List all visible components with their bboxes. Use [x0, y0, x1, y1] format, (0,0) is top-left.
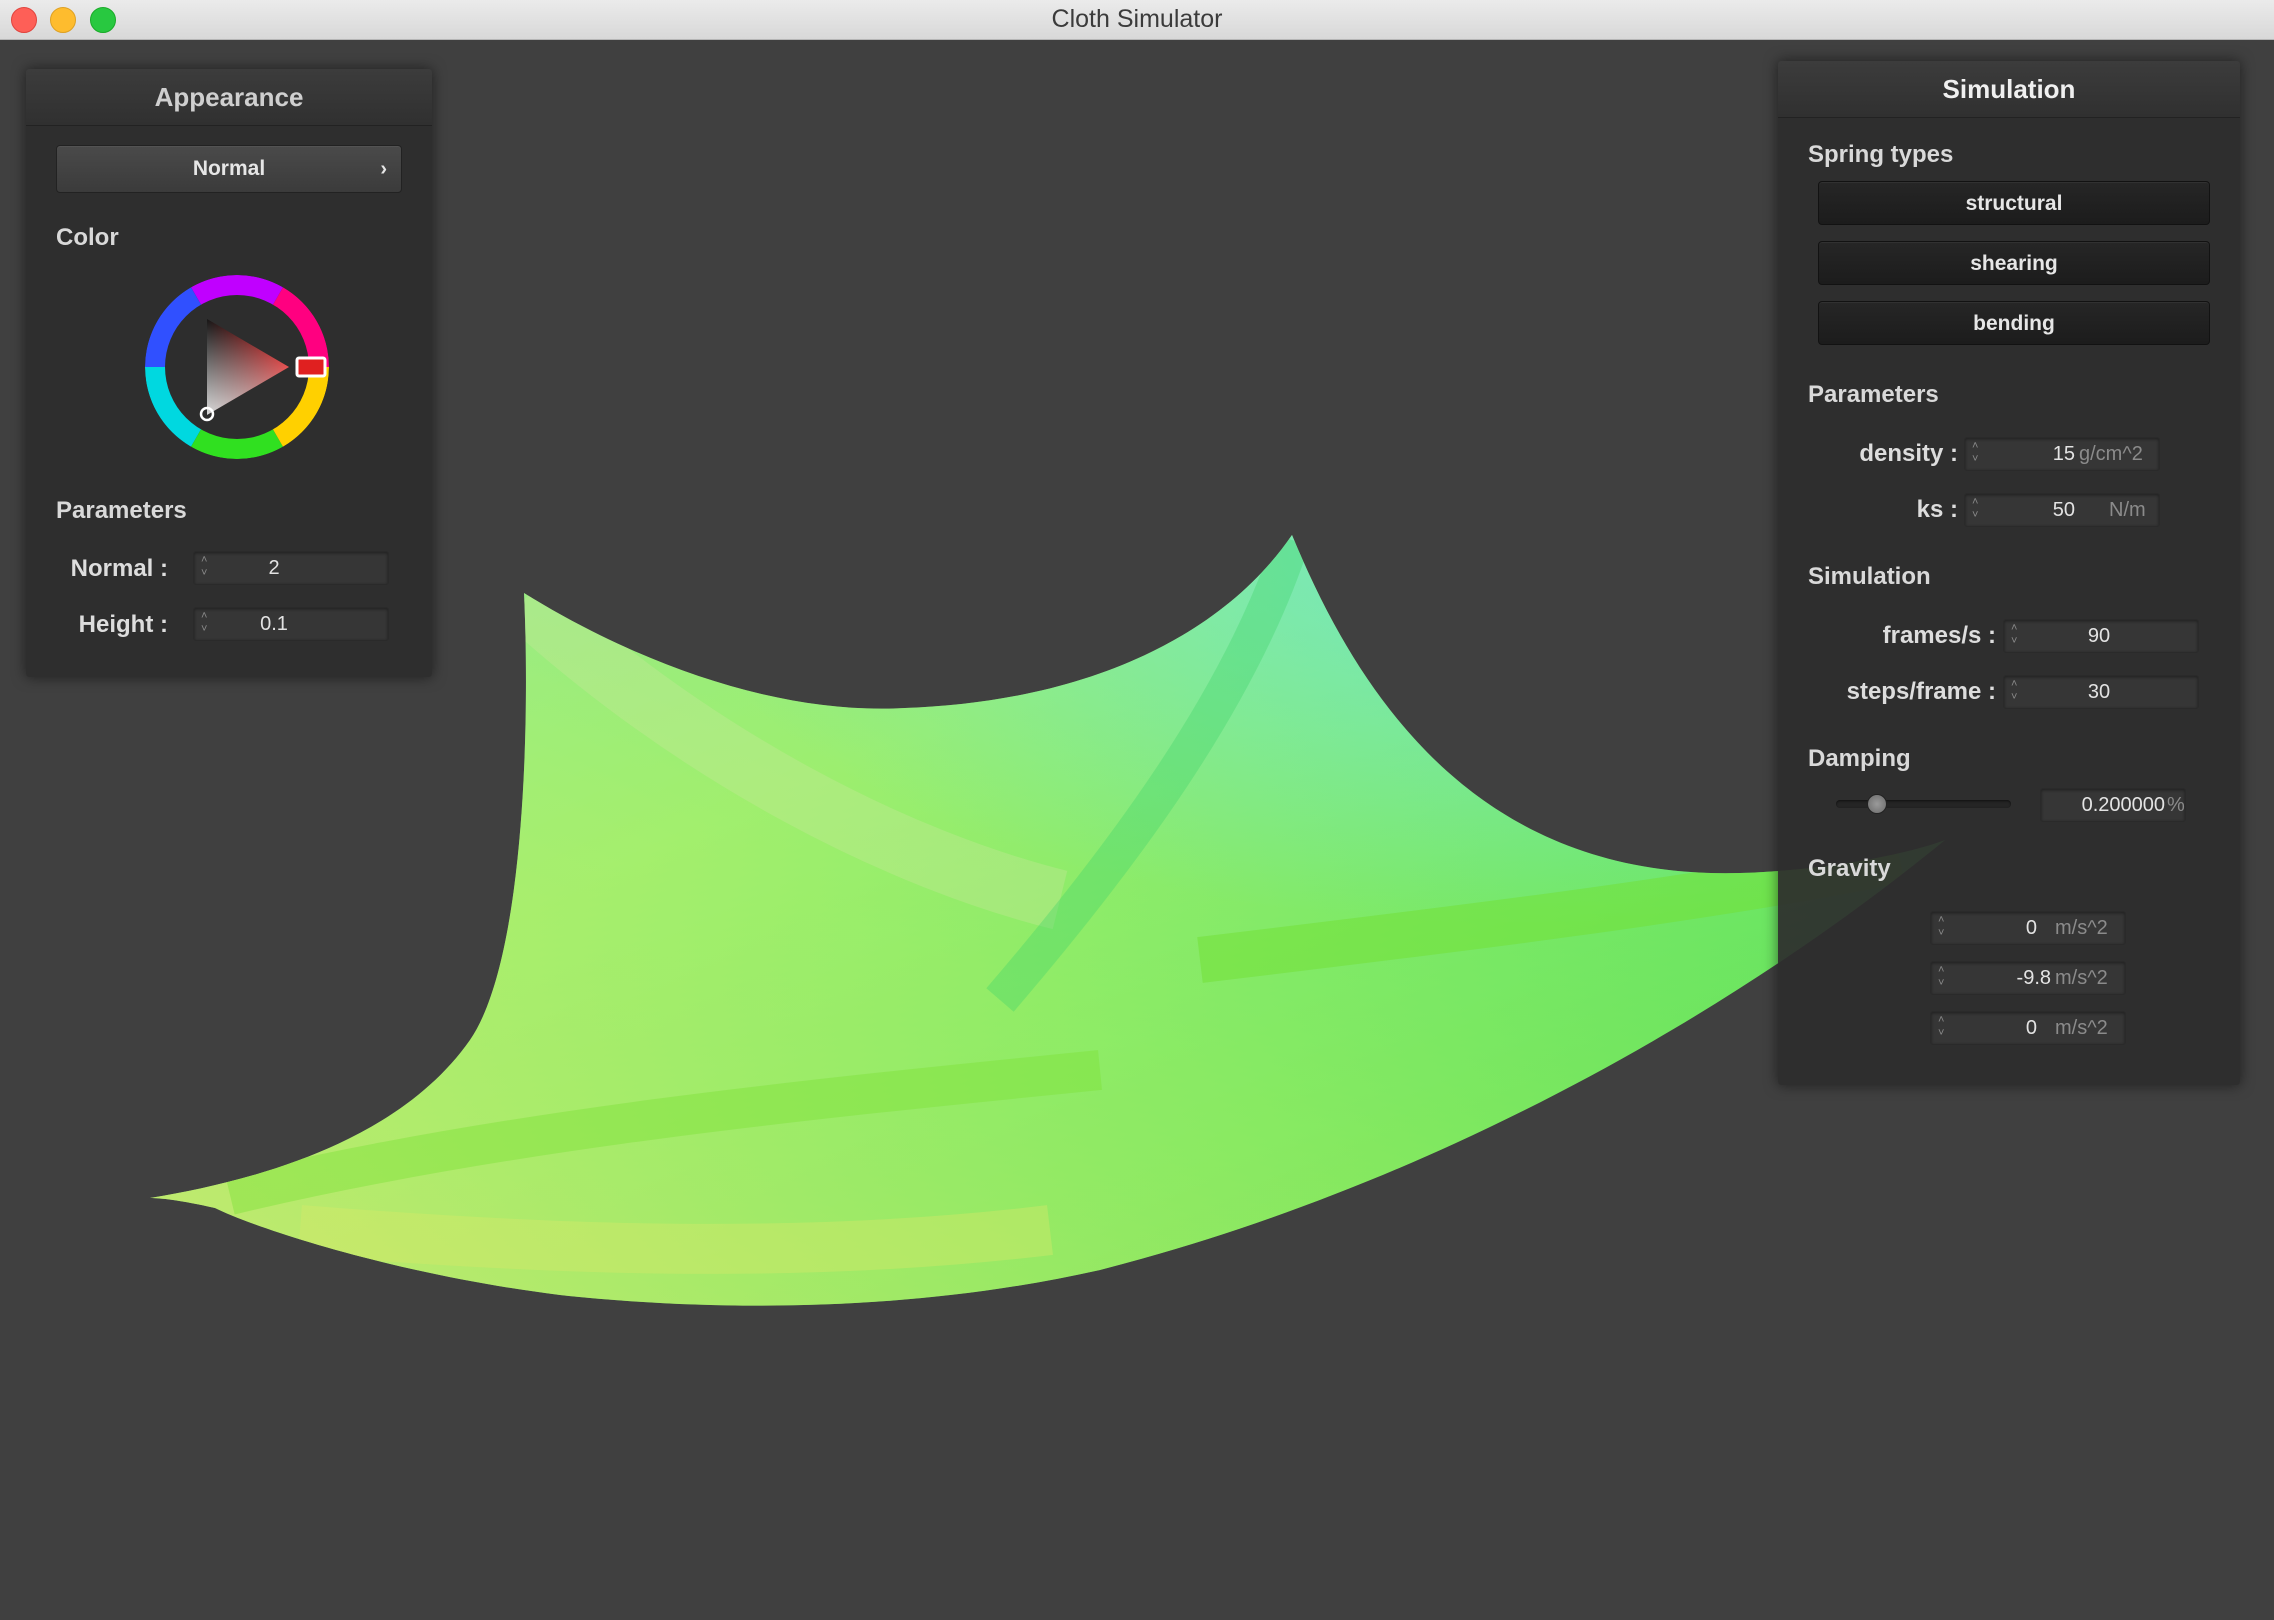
- stepper-icon[interactable]: ˄ ˅: [1938, 914, 1944, 940]
- damping-slider-handle[interactable]: [1867, 794, 1887, 814]
- height-value: 0.1: [260, 613, 288, 635]
- color-section-label: Color: [56, 224, 119, 251]
- density-unit: g/cm^2: [2079, 443, 2143, 465]
- gravity-x-unit: m/s^2: [2055, 917, 2108, 939]
- shearing-button[interactable]: shearing: [1818, 241, 2210, 285]
- height-label: Height :: [78, 611, 168, 638]
- appearance-parameters-label: Parameters: [56, 497, 187, 524]
- gravity-x-value: 0: [2025, 917, 2037, 939]
- density-label: density :: [1859, 440, 1958, 467]
- stepper-icon[interactable]: ˄ ˅: [1938, 1014, 1944, 1040]
- damping-slider-track: [1836, 800, 2011, 808]
- spring-types-label: Spring types: [1808, 141, 1954, 168]
- gravity-y-input[interactable]: ˄ ˅ -9.8 m/s^2: [1930, 961, 2126, 995]
- frames-label: frames/s :: [1882, 622, 1996, 649]
- damping-value: 0.200000: [2081, 794, 2165, 816]
- normal-value: 2: [268, 557, 280, 579]
- damping-slider[interactable]: [1836, 794, 2011, 814]
- normal-label: Normal :: [70, 555, 168, 582]
- ks-unit: N/m: [2109, 499, 2146, 521]
- density-value: 15: [2052, 443, 2075, 465]
- gravity-z-unit: m/s^2: [2055, 1017, 2108, 1039]
- ks-value: 50: [2052, 499, 2075, 521]
- stepper-icon[interactable]: ˄ ˅: [1972, 496, 1978, 522]
- window-title: Cloth Simulator: [1051, 5, 1223, 33]
- hue-marker[interactable]: [295, 356, 327, 378]
- steps-label: steps/frame :: [1846, 678, 1996, 705]
- gravity-z-value: 0: [2025, 1017, 2037, 1039]
- gravity-z-input[interactable]: ˄ ˅ 0 m/s^2: [1930, 1011, 2126, 1045]
- bending-button[interactable]: bending: [1818, 301, 2210, 345]
- simulation-section-label: Simulation: [1808, 563, 1931, 590]
- simulation-panel: Simulation Spring types structural shear…: [1778, 61, 2240, 1085]
- simulation-panel-title: Simulation: [1778, 61, 2240, 118]
- simulation-parameters-label: Parameters: [1808, 381, 1939, 408]
- frames-input[interactable]: ˄ ˅ 90: [2003, 619, 2199, 653]
- stepper-icon[interactable]: ˄ ˅: [1972, 440, 1978, 466]
- ks-label: ks :: [1916, 496, 1958, 523]
- normal-input[interactable]: ˄ ˅ 2: [193, 551, 389, 585]
- steps-input[interactable]: ˄ ˅ 30: [2003, 675, 2199, 709]
- color-wheel[interactable]: [143, 273, 331, 461]
- damping-unit: %: [2167, 794, 2185, 816]
- shader-select-value: Normal: [192, 157, 266, 180]
- gravity-x-input[interactable]: ˄ ˅ 0 m/s^2: [1930, 911, 2126, 945]
- chevron-right-icon: ›: [380, 158, 387, 180]
- window-titlebar: Cloth Simulator: [0, 0, 2274, 40]
- ks-input[interactable]: ˄ ˅ 50 N/m: [1964, 493, 2160, 527]
- stepper-icon[interactable]: ˄ ˅: [2011, 622, 2017, 648]
- damping-input[interactable]: 0.200000 %: [2040, 788, 2186, 822]
- frames-value: 90: [2087, 625, 2111, 647]
- structural-button[interactable]: structural: [1818, 181, 2210, 225]
- gravity-label: Gravity: [1808, 855, 1891, 882]
- appearance-panel-title: Appearance: [26, 69, 432, 126]
- steps-value: 30: [2087, 681, 2111, 703]
- gravity-y-value: -9.8: [2016, 967, 2051, 989]
- density-input[interactable]: ˄ ˅ 15 g/cm^2: [1964, 437, 2160, 471]
- height-input[interactable]: ˄ ˅ 0.1: [193, 607, 389, 641]
- stepper-icon[interactable]: ˄ ˅: [201, 610, 207, 636]
- damping-label: Damping: [1808, 745, 1911, 772]
- stepper-icon[interactable]: ˄ ˅: [1938, 964, 1944, 990]
- stepper-icon[interactable]: ˄ ˅: [201, 554, 207, 580]
- stepper-icon[interactable]: ˄ ˅: [2011, 678, 2017, 704]
- shader-select[interactable]: Normal ›: [56, 145, 402, 193]
- gravity-y-unit: m/s^2: [2055, 967, 2108, 989]
- appearance-panel: Appearance Normal › Color Parameters Nor…: [26, 69, 432, 677]
